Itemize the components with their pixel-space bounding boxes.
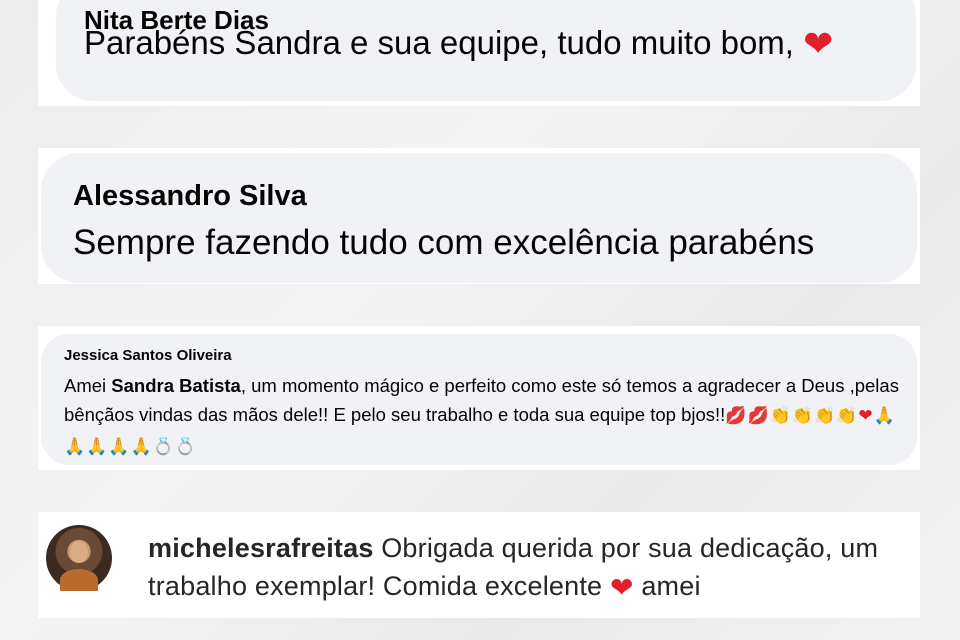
ring-emoji-icon: 💍💍 [152, 437, 198, 457]
comment-text: michelesrafreitas Obrigada querida por s… [148, 533, 879, 604]
heart-emoji-icon: ❤ [609, 571, 634, 604]
comment-text: Amei Sandra Batista, um momento mágico e… [64, 375, 899, 457]
comment-bubble: Alessandro Silva Sempre fazendo tudo com… [41, 153, 917, 283]
comment-author[interactable]: Jessica Santos Oliveira [64, 347, 232, 364]
avatar[interactable] [46, 525, 112, 591]
heart-emoji-icon: ❤ [803, 24, 834, 65]
mention-link[interactable]: Sandra Batista [111, 375, 241, 396]
avatar-face [70, 541, 88, 563]
comment-username[interactable]: michelesrafreitas [148, 533, 374, 563]
comment-card-3: Jessica Santos Oliveira Amei Sandra Bati… [38, 326, 920, 470]
comment-card-2: Alessandro Silva Sempre fazendo tudo com… [38, 148, 920, 284]
heart-emoji-icon: ❤ [858, 406, 874, 426]
clap-emoji-icon: 👏👏👏👏 [769, 406, 859, 426]
comment-author[interactable]: Alessandro Silva [73, 180, 307, 213]
comment-card-4: michelesrafreitas Obrigada querida por s… [38, 512, 920, 618]
comment-card-1: Nita Berte Dias Parabéns Sandra e sua eq… [38, 0, 920, 106]
kiss-emoji-icon: 💋💋 [725, 406, 770, 426]
comment-text: Sempre fazendo tudo com excelência parab… [73, 223, 815, 262]
comment-text: Parabéns Sandra e sua equipe, tudo muito… [84, 24, 834, 65]
comment-bubble: Jessica Santos Oliveira Amei Sandra Bati… [41, 334, 917, 465]
avatar-body [60, 569, 98, 591]
comment-bubble: Nita Berte Dias Parabéns Sandra e sua eq… [56, 0, 916, 101]
